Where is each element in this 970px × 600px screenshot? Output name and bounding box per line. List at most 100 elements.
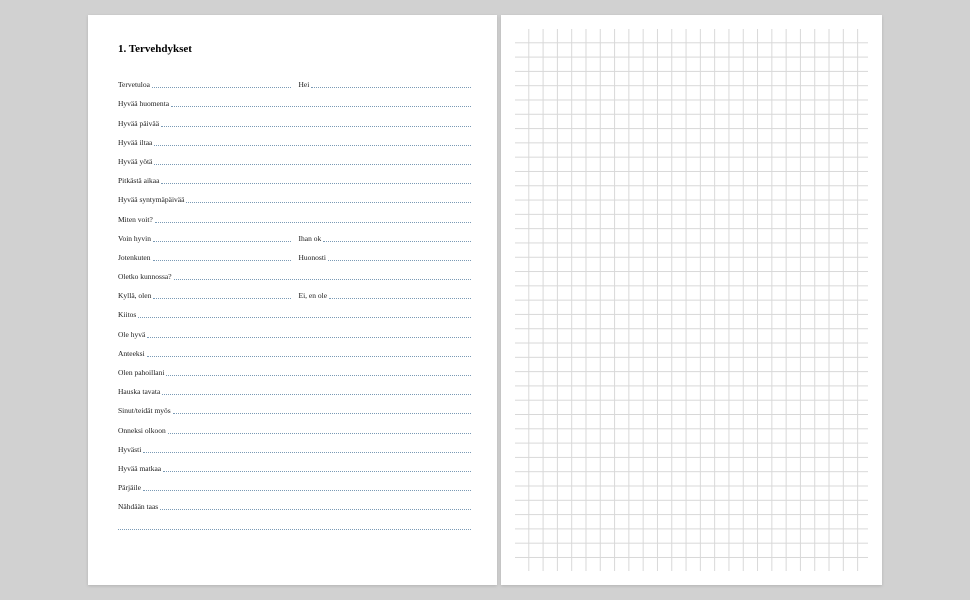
vocab-term: Miten voit? (118, 215, 155, 225)
vocab-cell: Hyvää iltaa (118, 129, 471, 148)
vocab-cell: Sinut/teidät myös (118, 397, 471, 416)
dotted-line (323, 241, 471, 242)
dotted-line (168, 433, 471, 434)
vocab-term: Nähdään taas (118, 502, 160, 512)
vocab-cell: Kyllä, olen (118, 282, 291, 301)
dotted-line (161, 126, 471, 127)
vocab-row: Hyvää iltaa (118, 129, 471, 148)
dotted-line (138, 317, 471, 318)
vocab-term: Pitkästä aikaa (118, 176, 161, 186)
dotted-line (171, 106, 471, 107)
vocab-cell: Huonosti (299, 244, 472, 263)
vocab-term: Hyvästi (118, 445, 143, 455)
dotted-line (155, 222, 471, 223)
vocab-row: Sinut/teidät myös (118, 397, 471, 416)
vocab-cell: Jotenkuten (118, 244, 291, 263)
vocab-cell: Hyvää syntymäpäivää (118, 186, 471, 205)
vocab-term: Anteeksi (118, 349, 147, 359)
vocab-row: Onneksi olkoon (118, 416, 471, 435)
dotted-line (163, 471, 471, 472)
vocab-row: Nähdään taas (118, 493, 471, 512)
vocab-term: Hauska tavata (118, 387, 162, 397)
vocab-row: Hyvää matkaa (118, 455, 471, 474)
vocab-term: Voin hyvin (118, 234, 153, 244)
vocab-term: Oletko kunnossa? (118, 272, 174, 282)
dotted-line (154, 145, 471, 146)
vocab-cell: Kiitos (118, 301, 471, 320)
vocab-term: Onneksi olkoon (118, 426, 168, 436)
dotted-line (166, 375, 471, 376)
vocab-cell: Hyvää matkaa (118, 455, 471, 474)
vocab-cell: Hyvästi (118, 436, 471, 455)
vocab-row (118, 512, 471, 531)
vocab-term: Kyllä, olen (118, 291, 153, 301)
dotted-line (161, 183, 471, 184)
dotted-line (153, 260, 291, 261)
vocab-cell: Hauska tavata (118, 378, 471, 397)
dotted-line (162, 394, 471, 395)
right-page (501, 15, 882, 585)
vocab-row: Kiitos (118, 301, 471, 320)
dotted-line (154, 164, 471, 165)
vocab-cell: Onneksi olkoon (118, 416, 471, 435)
vocab-cell: Ei, en ole (299, 282, 472, 301)
vocab-row: Anteeksi (118, 340, 471, 359)
vocabulary-list: Tervetuloa Hei Hyvää huomenta Hyvää päivää H… (118, 71, 471, 532)
vocab-term: Hyvää iltaa (118, 138, 154, 148)
dotted-line (311, 87, 471, 88)
vocab-cell: Olen pahoillani (118, 359, 471, 378)
dotted-line (147, 356, 471, 357)
vocab-cell: Pärjäile (118, 474, 471, 493)
vocab-term: Hyvää matkaa (118, 464, 163, 474)
vocab-cell: Hei (299, 71, 472, 90)
vocab-term: Hei (299, 80, 312, 90)
vocab-row: Pärjäile (118, 474, 471, 493)
vocab-row: Ole hyvä (118, 320, 471, 339)
dotted-line (328, 260, 471, 261)
vocab-term: Ole hyvä (118, 330, 147, 340)
dotted-line (153, 241, 291, 242)
vocab-term: Sinut/teidät myös (118, 406, 173, 416)
vocab-cell: Pitkästä aikaa (118, 167, 471, 186)
vocab-cell: Ihan ok (299, 225, 472, 244)
vocab-row: Miten voit? (118, 205, 471, 224)
vocab-term: Pärjäile (118, 483, 143, 493)
dotted-line (174, 279, 471, 280)
vocab-term: Ihan ok (299, 234, 324, 244)
vocab-row: Hyvää päivää (118, 109, 471, 128)
dotted-line (186, 202, 471, 203)
vocab-term: Hyvää päivää (118, 119, 161, 129)
vocab-cell: Ole hyvä (118, 320, 471, 339)
dotted-line (329, 298, 471, 299)
dotted-line (160, 509, 471, 510)
dotted-line (143, 490, 471, 491)
vocab-row: Voin hyvin Ihan ok (118, 225, 471, 244)
vocab-row: Olen pahoillani (118, 359, 471, 378)
vocab-row: Jotenkuten Huonosti (118, 244, 471, 263)
dotted-line (147, 337, 471, 338)
grid-paper (515, 29, 868, 571)
vocab-term: Ei, en ole (299, 291, 330, 301)
vocab-term: Hyvää yötä (118, 157, 154, 167)
vocab-cell: Miten voit? (118, 205, 471, 224)
vocab-cell: Hyvää yötä (118, 148, 471, 167)
vocab-cell: Voin hyvin (118, 225, 291, 244)
vocab-term: Hyvää huomenta (118, 99, 171, 109)
vocab-row: Hyvää yötä (118, 148, 471, 167)
vocab-cell: Tervetuloa (118, 71, 291, 90)
vocab-term: Jotenkuten (118, 253, 153, 263)
vocab-row: Pitkästä aikaa (118, 167, 471, 186)
vocab-row: Oletko kunnossa? (118, 263, 471, 282)
vocab-row: Tervetuloa Hei (118, 71, 471, 90)
blank-line (118, 512, 471, 531)
vocab-row: Hauska tavata (118, 378, 471, 397)
vocab-term: Olen pahoillani (118, 368, 166, 378)
vocab-cell: Nähdään taas (118, 493, 471, 512)
dotted-line (153, 298, 290, 299)
vocab-term: Huonosti (299, 253, 329, 263)
vocab-cell: Hyvää huomenta (118, 90, 471, 109)
left-page: 1. Tervehdykset TervetuloaHeiHyvää huome… (88, 15, 497, 585)
vocab-cell: Oletko kunnossa? (118, 263, 471, 282)
vocab-row: Kyllä, olen Ei, en ole (118, 282, 471, 301)
vocab-row: Hyvää syntymäpäivää (118, 186, 471, 205)
